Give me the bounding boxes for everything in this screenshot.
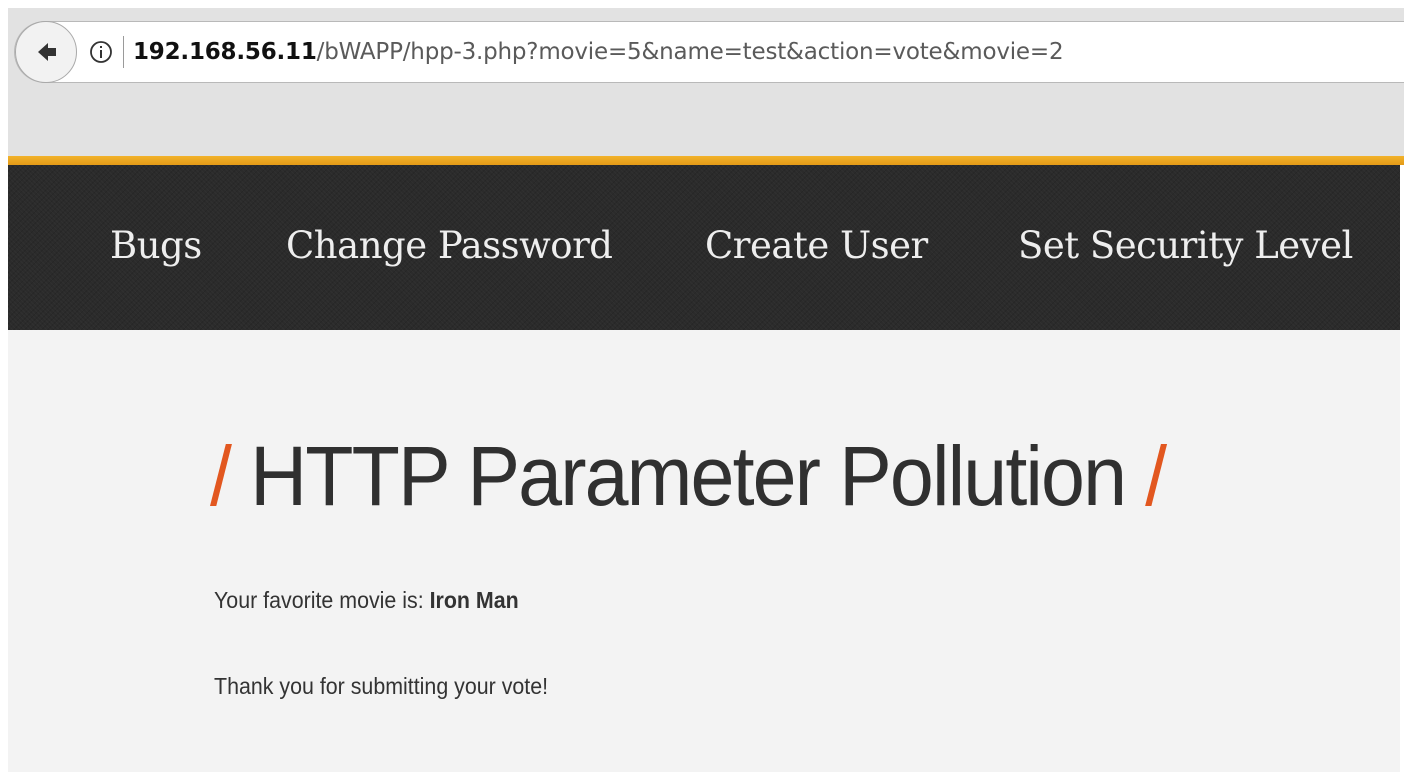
nav-item-change-password[interactable]: Change Password	[286, 223, 613, 269]
nav-item-create-user[interactable]: Create User	[705, 223, 928, 269]
main-nav: Bugs Change Password Create User Set Sec…	[8, 165, 1400, 330]
back-button[interactable]	[15, 21, 77, 83]
accent-strip	[8, 156, 1404, 165]
page-title: / HTTP Parameter Pollution /	[210, 426, 1167, 526]
url-host: 192.168.56.11	[133, 39, 317, 65]
title-text: HTTP Parameter Pollution	[250, 429, 1127, 523]
nav-item-set-security-level[interactable]: Set Security Level	[1018, 223, 1353, 269]
title-slash-left: /	[210, 429, 232, 523]
main-content: / HTTP Parameter Pollution / Your favori…	[8, 330, 1400, 772]
info-circle-icon[interactable]	[89, 40, 113, 64]
arrow-left-icon	[38, 43, 56, 61]
url-path: /bWAPP/hpp-3.php?movie=5&name=test&actio…	[316, 39, 1064, 65]
title-slash-right: /	[1145, 429, 1167, 523]
nav-item-bugs[interactable]: Bugs	[110, 223, 202, 269]
favorite-movie-message: Your favorite movie is: Iron Man	[214, 586, 519, 614]
url-separator	[123, 36, 124, 68]
vote-confirmation: Thank you for submitting your vote!	[214, 673, 549, 699]
favorite-movie-value: Iron Man	[429, 587, 519, 613]
favorite-movie-label: Your favorite movie is:	[214, 587, 424, 613]
url-text[interactable]: 192.168.56.11/bWAPP/hpp-3.php?movie=5&na…	[133, 38, 1064, 66]
